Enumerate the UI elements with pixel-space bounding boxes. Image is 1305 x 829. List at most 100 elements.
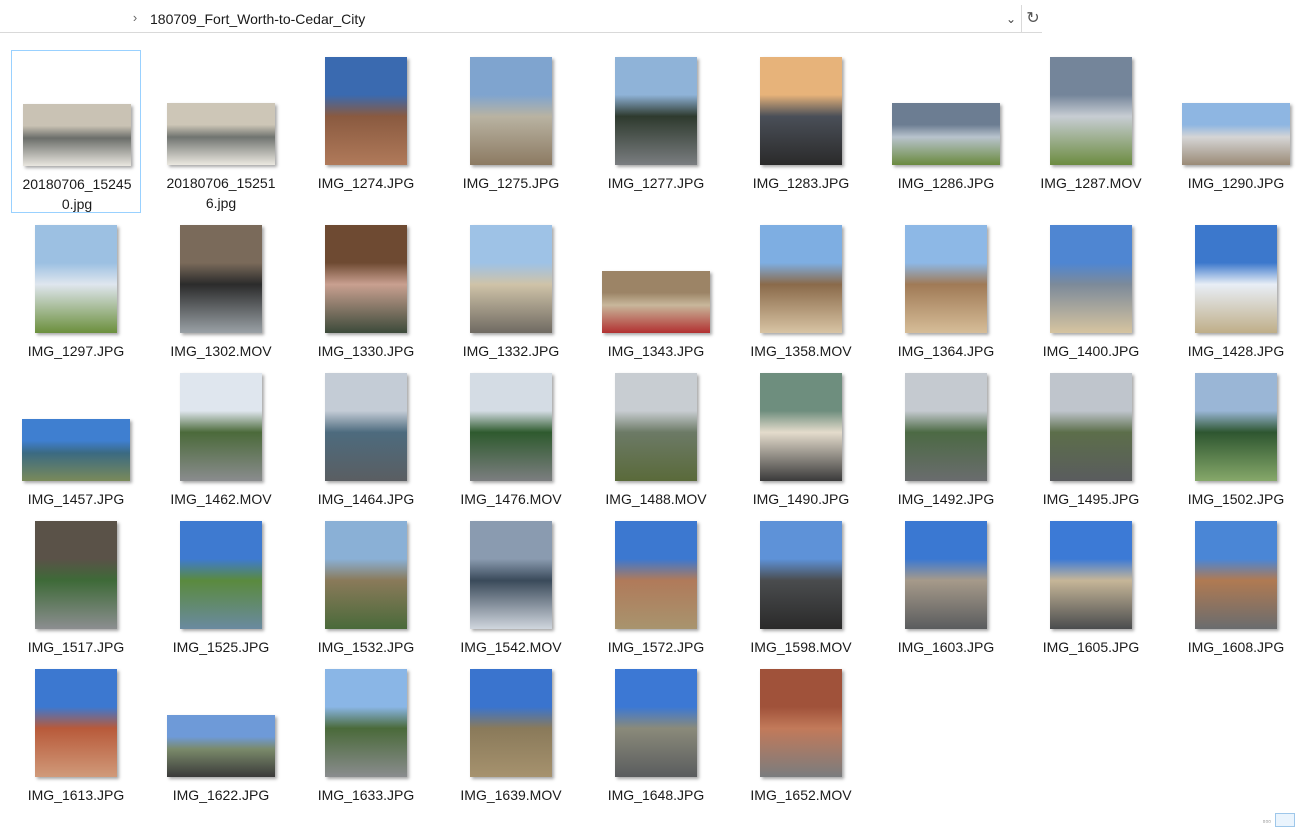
file-item[interactable]: IMG_1633.JPG [301,662,431,825]
file-name: IMG_1286.JPG [897,175,995,191]
large-icons-view-icon[interactable] [1275,813,1295,827]
file-item[interactable]: IMG_1517.JPG [11,514,141,677]
file-thumbnail[interactable] [22,419,130,481]
file-name: IMG_1492.JPG [897,491,995,507]
file-item[interactable]: IMG_1283.JPG [736,50,866,213]
file-item[interactable]: IMG_1343.JPG [591,218,721,381]
file-thumbnail[interactable] [1050,57,1132,165]
file-thumbnail[interactable] [602,271,710,333]
file-item[interactable]: IMG_1302.MOV [156,218,286,381]
file-thumbnail[interactable] [23,104,131,166]
file-item[interactable]: IMG_1608.JPG [1171,514,1301,677]
file-item[interactable]: IMG_1287.MOV [1026,50,1156,213]
file-item[interactable]: IMG_1495.JPG [1026,366,1156,529]
file-thumbnail[interactable] [615,373,697,481]
file-item[interactable]: IMG_1330.JPG [301,218,431,381]
file-name: 20180706_152450.jpg [22,176,132,212]
file-name: IMG_1283.JPG [752,175,850,191]
file-name: IMG_1330.JPG [317,343,415,359]
file-thumbnail[interactable] [470,669,552,777]
file-thumbnail[interactable] [615,521,697,629]
file-thumbnail[interactable] [325,521,407,629]
file-item[interactable]: IMG_1488.MOV [591,366,721,529]
file-item[interactable]: IMG_1605.JPG [1026,514,1156,677]
file-item[interactable]: IMG_1639.MOV [446,662,576,825]
details-view-icon[interactable]: ▫▫▫ [1262,817,1271,826]
file-item[interactable]: IMG_1652.MOV [736,662,866,825]
file-thumbnail[interactable] [180,521,262,629]
file-item[interactable]: IMG_1275.JPG [446,50,576,213]
file-item[interactable]: IMG_1476.MOV [446,366,576,529]
file-thumbnail[interactable] [615,669,697,777]
file-thumbnail[interactable] [35,669,117,777]
file-thumbnail[interactable] [1050,373,1132,481]
file-item[interactable]: IMG_1532.JPG [301,514,431,677]
file-name: IMG_1400.JPG [1042,343,1140,359]
file-item[interactable]: IMG_1364.JPG [881,218,1011,381]
file-thumbnail[interactable] [167,715,275,777]
file-item[interactable]: IMG_1290.JPG [1171,50,1301,213]
file-item[interactable]: IMG_1525.JPG [156,514,286,677]
file-thumbnail[interactable] [35,225,117,333]
file-thumbnail[interactable] [760,57,842,165]
file-thumbnail[interactable] [470,57,552,165]
file-thumbnail[interactable] [180,373,262,481]
file-item[interactable]: IMG_1457.JPG [11,366,141,529]
file-item[interactable]: IMG_1648.JPG [591,662,721,825]
file-item[interactable]: IMG_1277.JPG [591,50,721,213]
file-thumbnail[interactable] [470,521,552,629]
file-grid: 20180706_152450.jpg 20180706_152516.jpg IM… [0,0,1305,829]
file-thumbnail[interactable] [892,103,1000,165]
file-thumbnail[interactable] [760,669,842,777]
file-thumbnail[interactable] [470,373,552,481]
file-thumbnail[interactable] [1195,373,1277,481]
file-item[interactable]: IMG_1542.MOV [446,514,576,677]
file-item[interactable]: 20180706_152450.jpg [11,50,141,213]
file-item[interactable]: 20180706_152516.jpg [156,50,286,213]
file-thumbnail[interactable] [325,669,407,777]
file-name: IMG_1274.JPG [317,175,415,191]
file-item[interactable]: IMG_1358.MOV [736,218,866,381]
file-thumbnail[interactable] [1195,521,1277,629]
file-thumbnail[interactable] [905,225,987,333]
file-thumbnail[interactable] [470,225,552,333]
file-name: IMG_1428.JPG [1187,343,1285,359]
file-item[interactable]: IMG_1492.JPG [881,366,1011,529]
file-thumbnail[interactable] [760,225,842,333]
file-thumbnail[interactable] [325,373,407,481]
file-name: IMG_1457.JPG [27,491,125,507]
file-item[interactable]: IMG_1274.JPG [301,50,431,213]
file-thumbnail[interactable] [615,57,697,165]
file-thumbnail[interactable] [35,521,117,629]
file-item[interactable]: IMG_1502.JPG [1171,366,1301,529]
file-item[interactable]: IMG_1572.JPG [591,514,721,677]
file-thumbnail[interactable] [1182,103,1290,165]
file-item[interactable]: IMG_1297.JPG [11,218,141,381]
file-thumbnail[interactable] [760,373,842,481]
file-name: IMG_1476.MOV [460,491,562,507]
file-name: IMG_1502.JPG [1187,491,1285,507]
file-name: IMG_1358.MOV [750,343,852,359]
file-item[interactable]: IMG_1462.MOV [156,366,286,529]
file-item[interactable]: IMG_1464.JPG [301,366,431,529]
file-thumbnail[interactable] [905,373,987,481]
file-name: IMG_1277.JPG [607,175,705,191]
file-item[interactable]: IMG_1286.JPG [881,50,1011,213]
file-thumbnail[interactable] [760,521,842,629]
file-thumbnail[interactable] [1050,225,1132,333]
file-thumbnail[interactable] [180,225,262,333]
file-thumbnail[interactable] [325,57,407,165]
file-item[interactable]: IMG_1598.MOV [736,514,866,677]
file-item[interactable]: IMG_1622.JPG [156,662,286,825]
file-item[interactable]: IMG_1400.JPG [1026,218,1156,381]
file-item[interactable]: IMG_1603.JPG [881,514,1011,677]
file-thumbnail[interactable] [167,103,275,165]
file-thumbnail[interactable] [1050,521,1132,629]
file-thumbnail[interactable] [1195,225,1277,333]
file-thumbnail[interactable] [325,225,407,333]
file-item[interactable]: IMG_1490.JPG [736,366,866,529]
file-item[interactable]: IMG_1428.JPG [1171,218,1301,381]
file-thumbnail[interactable] [905,521,987,629]
file-item[interactable]: IMG_1613.JPG [11,662,141,825]
file-item[interactable]: IMG_1332.JPG [446,218,576,381]
